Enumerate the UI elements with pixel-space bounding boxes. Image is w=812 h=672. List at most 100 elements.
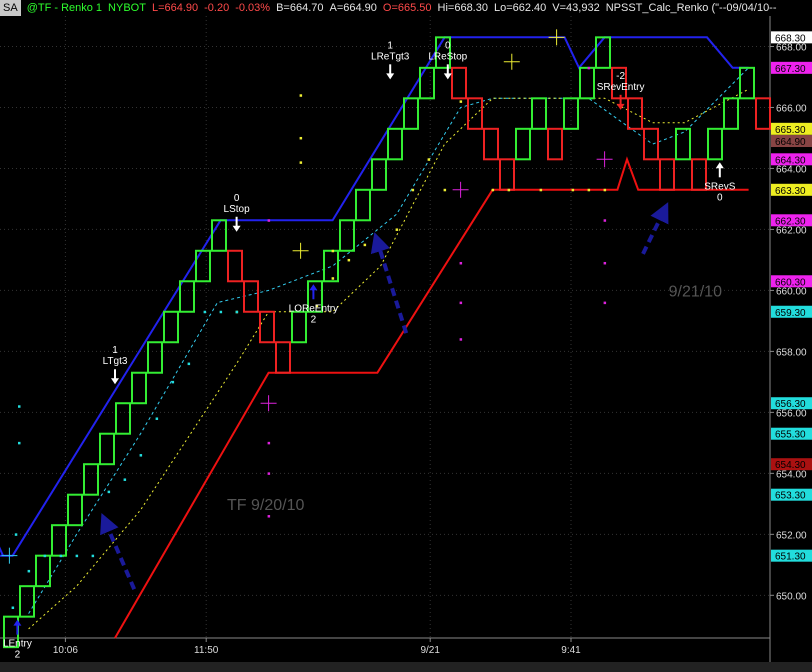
dashed-arrow xyxy=(100,512,137,591)
x-tick-label: 11:50 xyxy=(194,645,219,656)
bottom-scrollbar xyxy=(0,662,812,672)
renko-up-brick xyxy=(339,219,355,252)
renko-up-brick xyxy=(179,280,195,313)
magenta-dot xyxy=(267,515,271,518)
renko-up-brick xyxy=(403,97,419,130)
magenta-dot xyxy=(603,261,607,265)
yellow-dot xyxy=(459,100,463,103)
yellow-dot xyxy=(539,188,543,192)
cyan-dot xyxy=(91,554,95,558)
cyan-dot xyxy=(219,310,223,314)
renko-down-brick xyxy=(259,310,275,344)
cyan-dot xyxy=(139,454,143,457)
renko-down-brick xyxy=(483,127,499,161)
price-label-text: 659.30 xyxy=(775,308,806,319)
yellow-dot xyxy=(331,277,335,280)
annotation-label: LTgt3 xyxy=(103,356,128,367)
cyan-dot xyxy=(235,310,239,314)
price-label-text: 668.30 xyxy=(775,33,806,44)
cyan-dot xyxy=(107,490,111,494)
magenta-dot xyxy=(603,301,607,305)
signal-arrow-head xyxy=(13,619,22,626)
annotation-label: LReStop xyxy=(428,51,467,62)
yellow-dot xyxy=(331,249,335,253)
magenta-dot xyxy=(603,219,607,222)
renko-up-brick xyxy=(51,524,67,557)
renko-down-brick xyxy=(451,66,467,100)
annotation-label: 2 xyxy=(311,314,317,325)
magenta-dot xyxy=(267,441,271,445)
renko-down-brick xyxy=(547,127,563,161)
price-label-text: 654.30 xyxy=(775,460,806,471)
price-label-text: 667.30 xyxy=(775,64,806,75)
magenta-dot xyxy=(459,338,463,341)
renko-down-brick xyxy=(275,341,291,374)
dashed-arrow xyxy=(641,202,669,255)
signal-arrow-head xyxy=(232,225,241,232)
yellow-dot xyxy=(347,258,351,262)
y-tick-label: 650.00 xyxy=(776,591,807,602)
renko-down-brick xyxy=(643,127,659,161)
renko-up-brick xyxy=(515,127,531,161)
renko-up-brick xyxy=(99,432,115,466)
signal-arrow-head xyxy=(443,73,452,80)
annotation-label: 1 xyxy=(387,40,393,51)
renko-up-brick xyxy=(147,341,163,374)
yellow-dot xyxy=(427,158,431,161)
annotation-label: 1 xyxy=(112,345,118,356)
signal-arrow-head xyxy=(715,162,724,169)
renko-up-brick xyxy=(707,127,723,161)
y-tick-label: 666.00 xyxy=(776,103,807,114)
renko-up-brick xyxy=(579,66,595,100)
magenta-dot xyxy=(267,219,271,222)
renko-up-brick xyxy=(723,97,739,130)
annotation-label: 0 xyxy=(717,192,723,203)
renko-up-brick xyxy=(531,97,547,130)
magenta-dot xyxy=(267,472,271,475)
renko-down-brick xyxy=(659,158,675,191)
renko-down-brick xyxy=(227,249,243,283)
signal-arrow-head xyxy=(616,103,625,110)
yellow-dot xyxy=(363,243,367,247)
renko-up-brick xyxy=(163,310,179,344)
renko-up-brick xyxy=(67,493,83,527)
renko-up-brick xyxy=(355,188,371,222)
price-label-text: 660.30 xyxy=(775,277,806,288)
renko-up-brick xyxy=(595,36,611,69)
yellow-dot xyxy=(443,188,447,192)
yellow-dot xyxy=(299,136,303,140)
slow-trail-line xyxy=(28,88,749,630)
price-label-text: 655.30 xyxy=(775,430,806,441)
renko-up-brick xyxy=(211,219,227,252)
cyan-dot xyxy=(18,405,21,408)
annotation-label: 0 xyxy=(445,40,451,51)
renko-up-brick xyxy=(83,463,99,496)
annotation-label: LEntry xyxy=(3,639,32,650)
annotation-label: LOReEntry xyxy=(289,303,338,314)
magenta-dot xyxy=(587,66,591,70)
upper-tail-line xyxy=(0,546,4,557)
annotation-label: SRevS xyxy=(704,181,735,192)
annotation-label: SRevEntry xyxy=(597,82,645,93)
annotation-label: 0 xyxy=(234,193,240,204)
annotation-label: LReTgt3 xyxy=(371,51,410,62)
annotation-label: 2 xyxy=(15,650,21,661)
price-label-text: 656.30 xyxy=(775,399,806,410)
renko-up-brick xyxy=(115,402,131,435)
yellow-dot xyxy=(299,94,303,97)
price-label-text: 653.30 xyxy=(775,491,806,502)
cyan-dot xyxy=(171,380,175,384)
price-label-text: 663.30 xyxy=(775,186,806,197)
y-tick-label: 658.00 xyxy=(776,347,807,358)
renko-chart[interactable]: TF 9/20/109/21/10LEntry21LTgt30LStopLORe… xyxy=(0,0,812,672)
cyan-dot xyxy=(43,554,47,558)
watermark-label: TF 9/20/10 xyxy=(227,497,304,514)
renko-up-brick xyxy=(323,249,339,283)
x-tick-label: 9/21 xyxy=(420,645,440,656)
price-label-text: 651.30 xyxy=(775,552,806,563)
x-tick-label: 10:06 xyxy=(53,645,78,656)
renko-up-brick xyxy=(19,585,35,618)
cyan-dot xyxy=(203,310,207,314)
price-label-text: 664.30 xyxy=(775,155,806,166)
annotation-label: -2 xyxy=(616,71,625,82)
